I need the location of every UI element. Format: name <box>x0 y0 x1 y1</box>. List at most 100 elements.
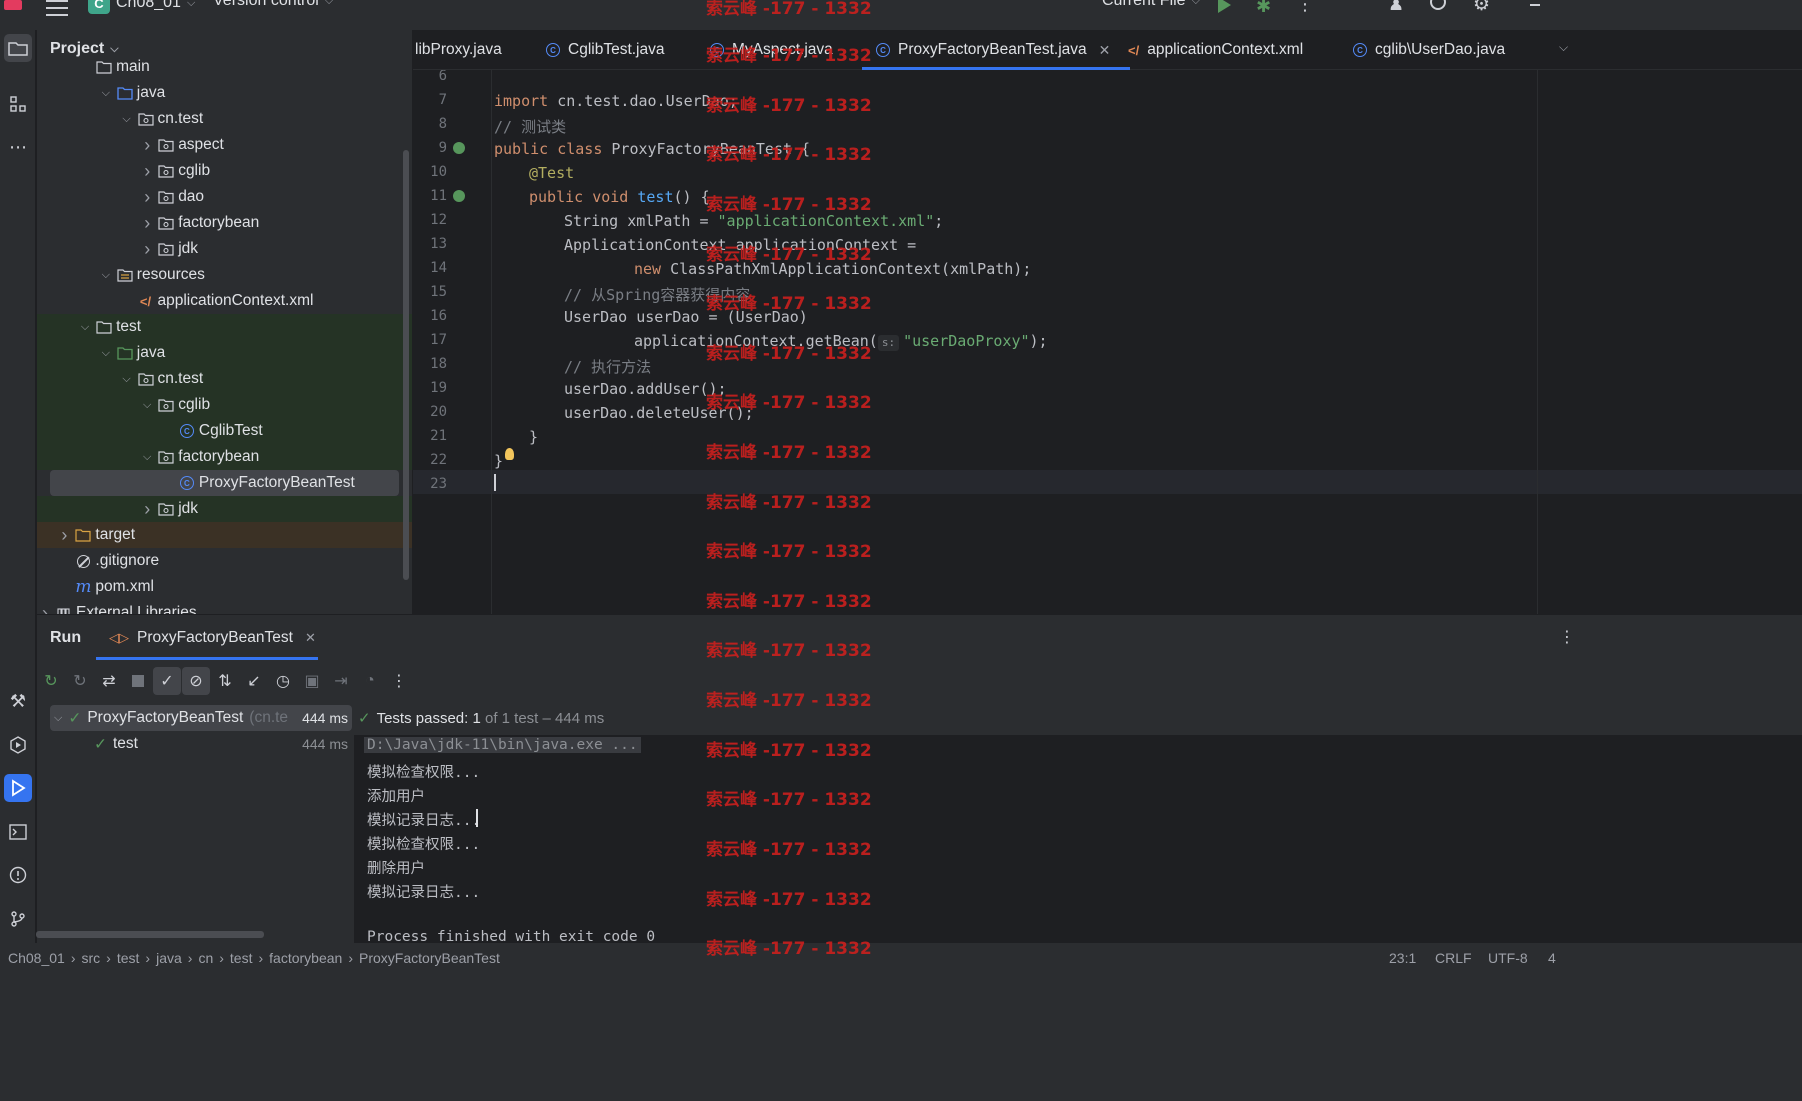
tab-jdkproxy[interactable]: libProxy.java <box>415 30 502 70</box>
tree-item-cglibtest[interactable]: C CglibTest <box>37 418 412 444</box>
structure-icon[interactable] <box>4 90 32 118</box>
show-ignored-icon[interactable]: ⊘ <box>182 667 210 695</box>
test-tree-child[interactable]: ✓ test 444 ms <box>50 731 352 757</box>
breadcrumb-item[interactable]: Ch08_01 <box>8 950 65 966</box>
tree-item-cn-test[interactable]: ⌵ cn.test <box>37 366 412 392</box>
minimize-icon[interactable] <box>1530 4 1540 6</box>
tree-item-applicationcontext-xml[interactable]: </ applicationContext.xml <box>37 288 412 314</box>
tree-item-pom-xml[interactable]: m pom.xml <box>37 574 412 600</box>
chevron-right-icon[interactable]: › <box>139 239 155 260</box>
tab-userdao[interactable]: C cglib\UserDao.java <box>1353 30 1505 70</box>
tree-item-cglib[interactable]: ⌵ cglib <box>37 392 412 418</box>
main-menu-button[interactable] <box>46 0 68 16</box>
chevron-down-icon[interactable]: ⌵ <box>77 321 93 334</box>
chevron-right-icon[interactable]: › <box>139 161 155 182</box>
coverage-icon[interactable]: ◔ <box>356 667 384 695</box>
tree-item-external-libraries[interactable]: › External Libraries <box>37 600 412 614</box>
stop-icon[interactable] <box>124 667 152 695</box>
tree-item-java[interactable]: ⌵ java <box>37 340 412 366</box>
terminal-icon[interactable] <box>4 818 32 846</box>
chevron-right-icon[interactable]: › <box>139 499 155 520</box>
caret-position[interactable]: 23:1 <box>1389 950 1416 966</box>
chevron-down-icon[interactable]: ⌵ <box>98 347 114 360</box>
problems-icon[interactable] <box>4 861 32 889</box>
run-tab[interactable]: ◁▷ ProxyFactoryBeanTest ✕ <box>109 629 316 647</box>
toggle-auto-test-icon[interactable]: ⇄ <box>95 667 123 695</box>
breadcrumb-item[interactable]: ProxyFactoryBeanTest <box>359 950 500 966</box>
add-user-icon[interactable]: ♟ <box>1388 0 1404 15</box>
tree-item-factorybean[interactable]: ⌵ factorybean <box>37 444 412 470</box>
tree-item-java[interactable]: ⌵ java <box>37 80 412 106</box>
run-panel-options-icon[interactable]: ⋮ <box>1559 627 1575 647</box>
breadcrumb-item[interactable]: java <box>156 950 182 966</box>
tree-item-gitignore[interactable]: .gitignore <box>37 548 412 574</box>
close-tab-icon[interactable]: ✕ <box>1099 42 1111 59</box>
chevron-down-icon[interactable]: ⌵ <box>98 87 114 100</box>
chevron-down-icon[interactable]: ⌵ <box>98 269 114 282</box>
chevron-down-icon[interactable]: ⌵ <box>54 712 62 725</box>
console-output[interactable]: ✓ Tests passed: 1 of 1 test – 444 ms D:\… <box>354 701 1802 943</box>
tree-item-aspect[interactable]: › aspect <box>37 132 412 158</box>
git-branch-icon[interactable] <box>4 905 32 933</box>
run-icon[interactable] <box>1218 0 1231 13</box>
project-view-icon[interactable] <box>4 34 32 62</box>
run-config-selector[interactable]: Current File ⌵ <box>1102 0 1200 10</box>
project-scrollbar[interactable] <box>403 150 409 580</box>
tree-item-cglib[interactable]: › cglib <box>37 158 412 184</box>
close-tab-icon[interactable]: ✕ <box>305 630 316 646</box>
project-switcher[interactable]: C Ch08_01 ⌵ <box>88 0 195 14</box>
camera-icon[interactable]: ▣ <box>298 667 326 695</box>
tree-item-test[interactable]: ⌵ test <box>37 314 412 340</box>
history-icon[interactable]: ◷ <box>269 667 297 695</box>
tree-item-main[interactable]: main <box>37 54 412 80</box>
run-gutter-icon[interactable] <box>453 190 465 202</box>
debug-icon[interactable]: ✱ <box>1256 0 1271 17</box>
rerun-failed-icon[interactable]: ↻ <box>66 667 94 695</box>
run-tool-icon[interactable] <box>4 774 32 802</box>
build-hammer-icon[interactable]: ⚒ <box>4 687 32 715</box>
tree-item-proxyfactorybeantest[interactable]: C ProxyFactoryBeanTest <box>50 470 399 496</box>
breadcrumb-item[interactable]: cn <box>198 950 213 966</box>
more-tools-icon[interactable]: ⋯ <box>4 133 32 161</box>
tab-cglibtest[interactable]: C CglibTest.java <box>546 30 665 70</box>
chevron-down-icon[interactable]: ⌵ <box>139 399 155 412</box>
file-encoding[interactable]: UTF-8 <box>1488 950 1528 966</box>
tree-item-jdk[interactable]: › jdk <box>37 496 412 522</box>
tree-item-dao[interactable]: › dao <box>37 184 412 210</box>
tree-item-factorybean[interactable]: › factorybean <box>37 210 412 236</box>
lightbulb-icon[interactable] <box>505 448 514 460</box>
tree-item-cn-test[interactable]: ⌵ cn.test <box>37 106 412 132</box>
show-passed-icon[interactable]: ✓ <box>153 667 181 695</box>
vcs-widget[interactable]: Version control ⌵ <box>213 0 333 10</box>
chevron-right-icon[interactable]: › <box>139 213 155 234</box>
search-icon[interactable] <box>1430 0 1446 10</box>
services-icon[interactable] <box>4 731 32 759</box>
tree-item-resources[interactable]: ⌵ resources <box>37 262 412 288</box>
import-icon[interactable]: ⇥ <box>327 667 355 695</box>
chevron-right-icon[interactable]: › <box>56 525 72 546</box>
tab-myaspect[interactable]: C MyAspect.java <box>710 30 833 70</box>
chevron-right-icon[interactable]: › <box>37 603 53 615</box>
chevron-down-icon[interactable]: ⌵ <box>119 113 135 126</box>
tree-item-jdk[interactable]: › jdk <box>37 236 412 262</box>
breadcrumb-item[interactable]: src <box>82 950 101 966</box>
breadcrumb-item[interactable]: test <box>117 950 140 966</box>
more-actions-icon[interactable]: ⋮ <box>1296 0 1314 15</box>
tab-proxyfactorybeantest[interactable]: C ProxyFactoryBeanTest.java ✕ <box>861 30 1131 70</box>
settings-gear-icon[interactable]: ⚙ <box>1473 0 1490 16</box>
test-tree-root[interactable]: ⌵ ✓ ProxyFactoryBeanTest (cn.te 444 ms <box>50 705 352 731</box>
breadcrumb-item[interactable]: test <box>230 950 253 966</box>
chevron-down-icon[interactable]: ⌵ <box>119 373 135 386</box>
tab-applicationcontext[interactable]: </ applicationContext.xml <box>1128 30 1303 70</box>
chevron-down-icon[interactable]: ⌵ <box>139 451 155 464</box>
tree-item-target[interactable]: › target <box>37 522 412 548</box>
rerun-icon[interactable]: ↻ <box>37 667 65 695</box>
run-gutter-icon[interactable] <box>453 142 465 154</box>
sort-icon[interactable]: ⇅ <box>211 667 239 695</box>
breadcrumb-item[interactable]: factorybean <box>269 950 342 966</box>
line-separator[interactable]: CRLF <box>1435 950 1472 966</box>
chevron-right-icon[interactable]: › <box>139 135 155 156</box>
horizontal-scrollbar[interactable] <box>36 931 264 938</box>
code-editor[interactable]: 6 7 8 9 10 11 12 13 14 15 16 17 18 19 20 21 22 23 import … <box>413 70 1802 614</box>
chevron-right-icon[interactable]: › <box>139 187 155 208</box>
